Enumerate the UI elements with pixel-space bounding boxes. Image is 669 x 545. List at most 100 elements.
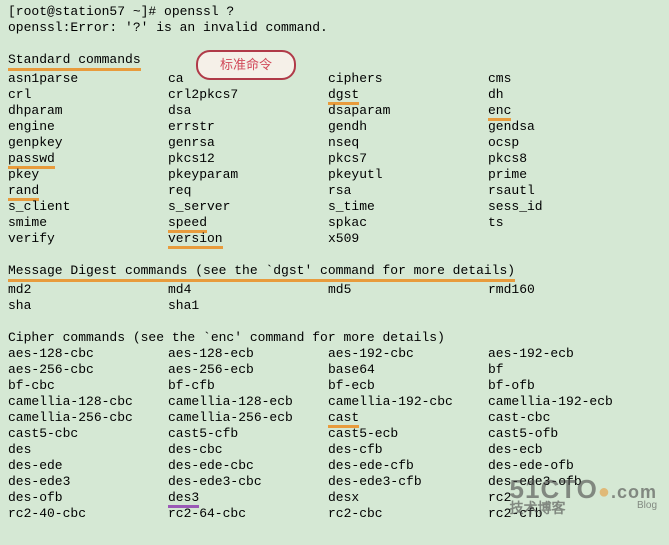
command-cell: bf-ecb: [328, 378, 488, 394]
command-cell: des-ede: [8, 458, 168, 474]
command-cell: aes-128-ecb: [168, 346, 328, 362]
command-cell: gendsa: [488, 119, 648, 135]
command-cell: prime: [488, 167, 648, 183]
command-cell: pkcs12: [168, 151, 328, 167]
command-cell: engine: [8, 119, 168, 135]
command-cell: pkcs8: [488, 151, 648, 167]
table-row: verifyversionx509: [8, 231, 661, 247]
command-cell: des-ede3-cbc: [168, 474, 328, 490]
command-cell: rc2: [488, 490, 648, 506]
command-cell: des-ede-ofb: [488, 458, 648, 474]
command-cell: version: [168, 231, 328, 247]
command-cell: des3: [168, 490, 328, 506]
table-row: genpkeygenrsanseqocsp: [8, 135, 661, 151]
command-cell: rsautl: [488, 183, 648, 199]
table-row: md2md4md5rmd160: [8, 282, 661, 298]
command-cell: bf-ofb: [488, 378, 648, 394]
command-cell: s_server: [168, 199, 328, 215]
table-row: cast5-cbccast5-cfbcast5-ecbcast5-ofb: [8, 426, 661, 442]
command-cell: des-ede3-ofb: [488, 474, 648, 490]
table-row: des-ede3des-ede3-cbcdes-ede3-cfbdes-ede3…: [8, 474, 661, 490]
command-cell: verify: [8, 231, 168, 247]
command-cell: camellia-256-cbc: [8, 410, 168, 426]
command-cell: dhparam: [8, 103, 168, 119]
table-row: crlcrl2pkcs7dgstdh: [8, 87, 661, 103]
command-cell: bf-cbc: [8, 378, 168, 394]
command-cell: cast: [328, 410, 488, 426]
prompt-line: [root@station57 ~]# openssl ?: [8, 4, 661, 20]
command-cell: req: [168, 183, 328, 199]
blank: [8, 314, 661, 330]
command-cell: pkeyparam: [168, 167, 328, 183]
command-cell: enc: [488, 103, 648, 119]
command-cell: bf-cfb: [168, 378, 328, 394]
command-cell: dgst: [328, 87, 488, 103]
command-cell: dh: [488, 87, 648, 103]
command-cell: bf: [488, 362, 648, 378]
command-cell: desx: [328, 490, 488, 506]
command-cell: aes-128-cbc: [8, 346, 168, 362]
command-cell: dsa: [168, 103, 328, 119]
table-row: rc2-40-cbcrc2-64-cbcrc2-cbcrc2-cfb: [8, 506, 661, 522]
section-title-cipher: Cipher commands (see the `enc' command f…: [8, 330, 661, 346]
command-cell: speed: [168, 215, 328, 231]
command-cell: dsaparam: [328, 103, 488, 119]
command-cell: s_time: [328, 199, 488, 215]
table-row: bf-cbcbf-cfbbf-ecbbf-ofb: [8, 378, 661, 394]
command-cell: camellia-192-ecb: [488, 394, 648, 410]
command-cell: des-ofb: [8, 490, 168, 506]
command-cell: md2: [8, 282, 168, 298]
table-row: smimespeedspkacts: [8, 215, 661, 231]
command-cell: passwd: [8, 151, 168, 167]
command-cell: cast5-ofb: [488, 426, 648, 442]
table-row: pkeypkeyparampkeyutlprime: [8, 167, 661, 183]
blank: [8, 247, 661, 263]
command-cell: md4: [168, 282, 328, 298]
command-cell: asn1parse: [8, 71, 168, 87]
command-cell: des-ecb: [488, 442, 648, 458]
table-row: desdes-cbcdes-cfbdes-ecb: [8, 442, 661, 458]
table-row: randreqrsarsautl: [8, 183, 661, 199]
table-row: engineerrstrgendhgendsa: [8, 119, 661, 135]
command-cell: smime: [8, 215, 168, 231]
command-cell: s_client: [8, 199, 168, 215]
callout-label: 标准命令: [196, 50, 296, 80]
command-cell: sha1: [168, 298, 328, 314]
command-cell: camellia-128-ecb: [168, 394, 328, 410]
digest-commands-table: md2md4md5rmd160shasha1: [8, 282, 661, 314]
command-cell: gendh: [328, 119, 488, 135]
command-cell: camellia-256-ecb: [168, 410, 328, 426]
command-cell: sess_id: [488, 199, 648, 215]
table-row: s_clients_servers_timesess_id: [8, 199, 661, 215]
command-cell: crl2pkcs7: [168, 87, 328, 103]
command-cell: md5: [328, 282, 488, 298]
command-cell: base64: [328, 362, 488, 378]
section-title-digest: Message Digest commands (see the `dgst' …: [8, 263, 661, 282]
command-cell: aes-192-ecb: [488, 346, 648, 362]
command-cell: rc2-40-cbc: [8, 506, 168, 522]
command-cell: ocsp: [488, 135, 648, 151]
command-cell: cast5-cbc: [8, 426, 168, 442]
command-cell: cast5-cfb: [168, 426, 328, 442]
command-cell: cms: [488, 71, 648, 87]
command-cell: genpkey: [8, 135, 168, 151]
table-row: passwdpkcs12pkcs7pkcs8: [8, 151, 661, 167]
command-cell: des-ede-cfb: [328, 458, 488, 474]
command-cell: camellia-128-cbc: [8, 394, 168, 410]
command-cell: errstr: [168, 119, 328, 135]
command-cell: ciphers: [328, 71, 488, 87]
command-cell: des-cbc: [168, 442, 328, 458]
command-cell: aes-256-ecb: [168, 362, 328, 378]
command-cell: pkcs7: [328, 151, 488, 167]
command-cell: cast5-ecb: [328, 426, 488, 442]
command-cell: des: [8, 442, 168, 458]
command-cell: pkey: [8, 167, 168, 183]
table-row: camellia-256-cbccamellia-256-ecbcastcast…: [8, 410, 661, 426]
command-cell: rand: [8, 183, 168, 199]
command-cell: sha: [8, 298, 168, 314]
table-row: asn1parsecacipherscms: [8, 71, 661, 87]
command-cell: nseq: [328, 135, 488, 151]
command-cell: ts: [488, 215, 648, 231]
command-cell: des-ede3-cfb: [328, 474, 488, 490]
table-row: dhparamdsadsaparamenc: [8, 103, 661, 119]
